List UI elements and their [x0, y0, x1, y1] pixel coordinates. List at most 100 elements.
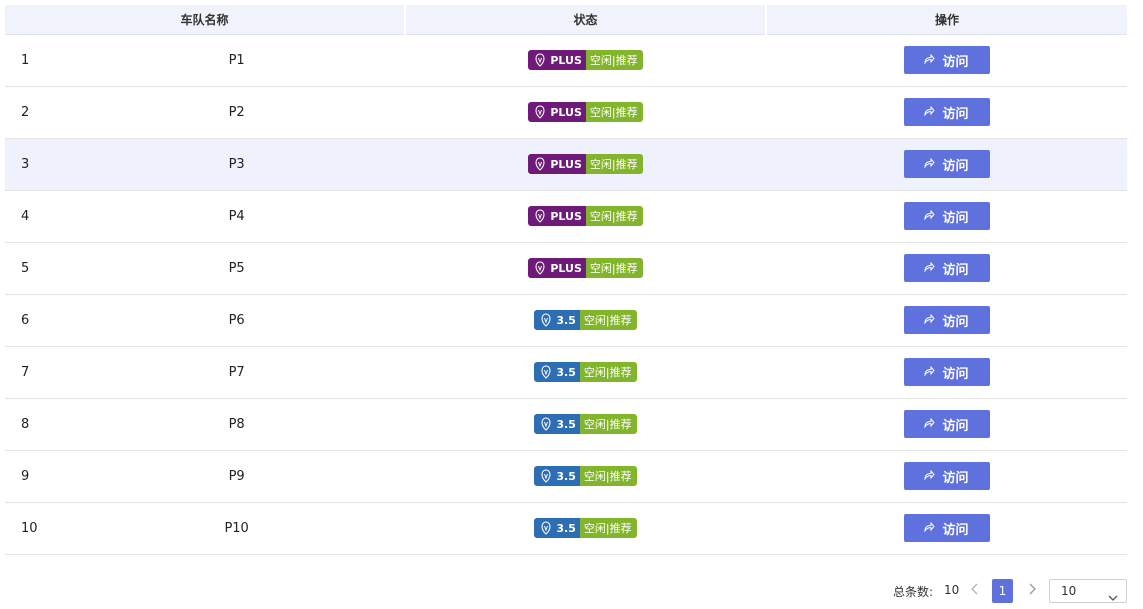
state-label: 空闲|推荐 — [585, 206, 643, 226]
visit-button-label: 访问 — [942, 314, 969, 330]
openai-logo-icon — [534, 105, 546, 119]
action-cell: 访问 — [766, 398, 1127, 451]
row-index: 9 — [21, 468, 30, 484]
visit-button[interactable]: 访问 — [903, 514, 990, 542]
status-badge: 3.5 空闲|推荐 — [534, 362, 637, 382]
share-arrow-icon — [924, 313, 936, 328]
tier-label: 3.5 — [556, 313, 576, 327]
team-name-cell: 8 P8 — [5, 398, 405, 451]
action-cell: 访问 — [766, 34, 1127, 87]
status-cell: PLUS 空闲|推荐 — [405, 190, 766, 243]
status-cell: 3.5 空闲|推荐 — [405, 398, 766, 451]
visit-button[interactable]: 访问 — [903, 410, 990, 438]
visit-button[interactable]: 访问 — [903, 358, 990, 386]
tier-badge: 3.5 — [534, 362, 580, 382]
chevron-left-icon[interactable] — [968, 582, 982, 600]
visit-button[interactable]: 访问 — [903, 98, 990, 126]
tier-badge: PLUS — [528, 206, 586, 226]
chevron-right-icon[interactable] — [1025, 582, 1039, 600]
state-label: 空闲|推荐 — [579, 466, 637, 486]
visit-button[interactable]: 访问 — [903, 306, 990, 334]
openai-logo-icon — [540, 521, 552, 535]
team-name-cell: 7 P7 — [5, 346, 405, 399]
page-size-select[interactable]: 10 — [1049, 579, 1127, 603]
share-arrow-icon — [924, 417, 936, 432]
visit-button-label: 访问 — [942, 470, 969, 486]
row-index: 7 — [21, 364, 30, 380]
visit-button-label: 访问 — [942, 106, 969, 122]
action-cell: 访问 — [766, 450, 1127, 503]
tier-badge: 3.5 — [534, 466, 580, 486]
openai-logo-icon — [534, 209, 546, 223]
state-label: 空闲|推荐 — [585, 258, 643, 278]
team-name: P1 — [228, 52, 245, 68]
state-label: 空闲|推荐 — [579, 362, 637, 382]
team-name: P6 — [228, 312, 245, 328]
visit-button-label: 访问 — [942, 158, 969, 174]
status-cell: PLUS 空闲|推荐 — [405, 34, 766, 87]
openai-logo-icon — [540, 365, 552, 379]
action-cell: 访问 — [766, 86, 1127, 139]
visit-button-label: 访问 — [942, 366, 969, 382]
table-row: 10 P10 3.5 空闲|推荐 访问 — [5, 502, 1127, 555]
visit-button-label: 访问 — [942, 522, 969, 538]
table-row: 3 P3 PLUS 空闲|推荐 访问 — [5, 138, 1127, 191]
action-cell: 访问 — [766, 502, 1127, 555]
row-index: 5 — [21, 260, 30, 276]
status-cell: PLUS 空闲|推荐 — [405, 138, 766, 191]
header-name: 车队名称 — [5, 5, 405, 35]
share-arrow-icon — [924, 105, 936, 120]
chevron-down-icon — [1108, 587, 1118, 609]
tier-badge: 3.5 — [534, 518, 580, 538]
row-index: 10 — [21, 520, 38, 536]
status-cell: 3.5 空闲|推荐 — [405, 450, 766, 503]
openai-logo-icon — [540, 417, 552, 431]
visit-button[interactable]: 访问 — [903, 462, 990, 490]
action-cell: 访问 — [766, 242, 1127, 295]
team-name: P3 — [228, 156, 245, 172]
table-header: 车队名称 状态 操作 — [5, 5, 1127, 35]
tier-label: PLUS — [550, 105, 582, 119]
header-action: 操作 — [765, 5, 1127, 35]
status-badge: PLUS 空闲|推荐 — [528, 102, 643, 122]
share-arrow-icon — [924, 521, 936, 536]
team-name-cell: 6 P6 — [5, 294, 405, 347]
team-name-cell: 3 P3 — [5, 138, 405, 191]
status-badge: PLUS 空闲|推荐 — [528, 154, 643, 174]
tier-label: 3.5 — [556, 469, 576, 483]
table-row: 8 P8 3.5 空闲|推荐 访问 — [5, 398, 1127, 451]
status-cell: PLUS 空闲|推荐 — [405, 86, 766, 139]
visit-button[interactable]: 访问 — [903, 254, 990, 282]
tier-label: PLUS — [550, 261, 582, 275]
visit-button[interactable]: 访问 — [903, 202, 990, 230]
visit-button[interactable]: 访问 — [903, 150, 990, 178]
state-label: 空闲|推荐 — [579, 310, 637, 330]
visit-button-label: 访问 — [942, 54, 969, 70]
pagination: 总条数: 10 1 10 — [0, 579, 1143, 603]
action-cell: 访问 — [766, 294, 1127, 347]
visit-button[interactable]: 访问 — [903, 46, 990, 74]
status-badge: 3.5 空闲|推荐 — [534, 466, 637, 486]
team-table: 车队名称 状态 操作 1 P1 PLUS 空闲|推荐 访问 2 P2 PLUS 空闲|推荐 访问 3… — [5, 5, 1127, 555]
team-name: P8 — [228, 416, 245, 432]
openai-logo-icon — [540, 313, 552, 327]
team-name: P4 — [228, 208, 245, 224]
share-arrow-icon — [924, 469, 936, 484]
team-name-cell: 4 P4 — [5, 190, 405, 243]
row-index: 4 — [21, 208, 30, 224]
team-table-container: 车队名称 状态 操作 1 P1 PLUS 空闲|推荐 访问 2 P2 PLUS 空闲|推荐 访问 3… — [5, 5, 1127, 555]
visit-button-label: 访问 — [942, 418, 969, 434]
tier-badge: 3.5 — [534, 310, 580, 330]
total-count: 10 — [944, 583, 960, 597]
page-button-current[interactable]: 1 — [992, 579, 1013, 603]
team-name: P5 — [228, 260, 245, 276]
tier-badge: PLUS — [528, 154, 586, 174]
status-badge: 3.5 空闲|推荐 — [534, 518, 637, 538]
tier-label: PLUS — [550, 157, 582, 171]
action-cell: 访问 — [766, 346, 1127, 399]
openai-logo-icon — [534, 53, 546, 67]
tier-badge: PLUS — [528, 102, 586, 122]
openai-logo-icon — [534, 261, 546, 275]
row-index: 6 — [21, 312, 30, 328]
table-row: 6 P6 3.5 空闲|推荐 访问 — [5, 294, 1127, 347]
